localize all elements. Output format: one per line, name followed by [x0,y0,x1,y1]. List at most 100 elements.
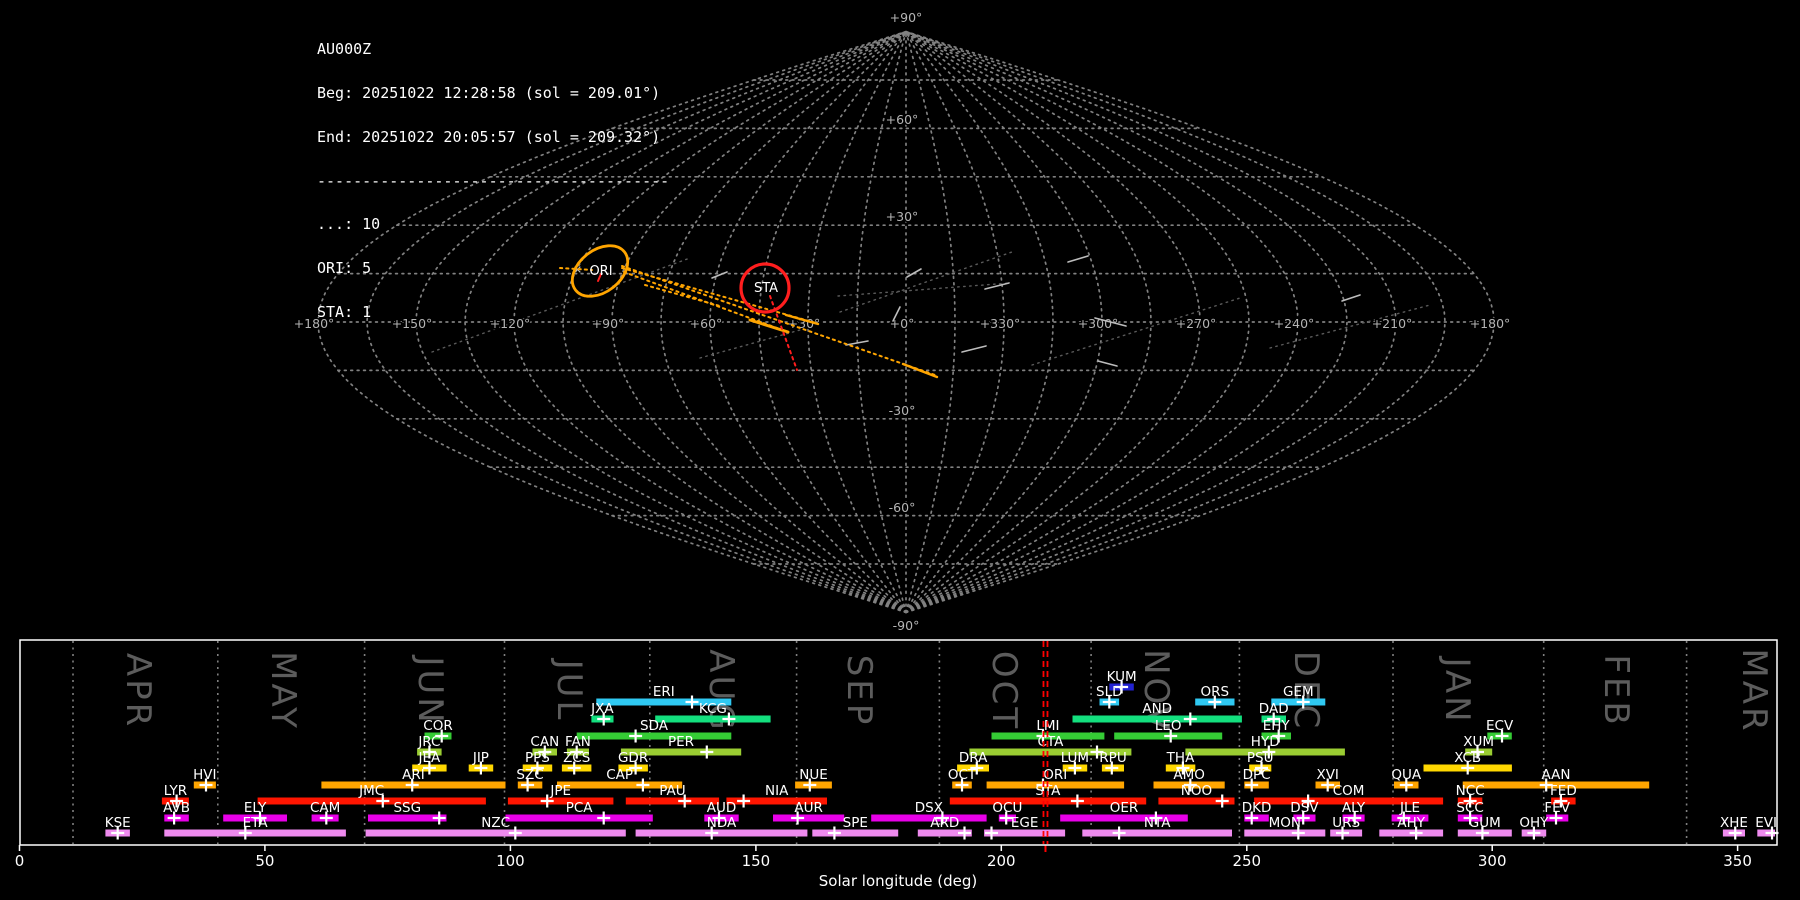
shower-peak-marker [1112,826,1126,840]
shower-code-label: ELY [244,800,267,816]
shower-code-label: NUE [799,767,828,783]
month-label-JUN: JUN [410,654,450,725]
shower-code-label: EGE [1011,815,1039,831]
shower-code-label: HYD [1251,734,1280,750]
shower-code-label: GEM [1283,684,1314,700]
shower-peak-marker [432,811,446,825]
plot-canvas: +180° +150° +120° +90° +60° +30° +0° +330° +300°… [15,9,1779,890]
sporadic-trail [984,282,1010,290]
shower-code-label: AMO [1173,767,1205,783]
x-tick-label: 0 [15,852,25,870]
shower-code-label: RPU [1099,750,1126,766]
shower-code-label: ALY [1342,800,1366,816]
month-label-OCT: OCT [984,651,1024,731]
shower-code-label: PPS [525,750,550,766]
x-axis [18,845,1739,851]
shower-code-label: SSG [393,800,421,816]
radiant-STA: STA [739,262,791,314]
lon-label: +210° [1372,316,1413,331]
shower-code-label: JIP [472,750,489,766]
shower-HVI: HVI [193,767,216,792]
count-sporadic: ...: 10 [317,215,381,234]
shower-code-label: FED [1550,783,1577,799]
shower-QUA: QUA [1391,767,1422,792]
shower-code-label: OER [1110,800,1139,816]
shower-code-label: KUM [1107,669,1137,685]
shower-code-label: ECV [1486,718,1514,734]
shower-code-label: CAP [606,767,633,783]
obs-end: End: 20251022 20:05:57 (sol = 209.32°) [317,127,661,146]
shower-code-label: CAM [310,800,340,816]
month-label-SEP: SEP [839,655,879,728]
shower-code-label: AND [1142,701,1172,717]
shower-code-label: JLE [1399,800,1420,816]
x-tick-label: 150 [742,852,771,870]
shower-code-label: JPE [549,783,571,799]
shower-peak-marker [685,695,699,709]
shower-SZC: SZC [516,767,544,792]
shower-code-label: HVI [193,767,216,783]
shower-SLD: SLD [1096,684,1123,709]
lat-label: +60° [886,112,919,127]
sporadic-trail [961,345,987,353]
pole-label-top: +90° [890,10,923,25]
shower-peak-marker [597,811,611,825]
lat-label: +30° [886,209,919,224]
shower-code-label: ZCS [563,750,590,766]
shower-code-label: LUM [1061,750,1089,766]
pole-label-bottom: -90° [893,618,920,633]
shower-peak-marker [958,826,971,840]
month-label-APR: APR [118,653,158,729]
shower-JXA: JXA [590,701,614,726]
shower-code-label: NCC [1456,783,1485,799]
shower-code-label: NIA [765,783,789,799]
lon-label: +240° [1274,316,1315,331]
shower-code-label: KSE [105,815,131,831]
shower-code-label: XVI [1316,767,1338,783]
month-label-FEB: FEB [1596,654,1636,727]
shower-code-label: SZC [516,767,543,783]
shower-code-label: FEV [1544,800,1570,816]
shower-peak-marker [827,826,841,840]
shower-code-label: DRA [959,750,988,766]
shower-code-label: NZC [481,815,510,831]
radiant-label: STA [754,281,778,296]
shower-code-label: SDA [640,718,669,734]
shower-code-label: MON [1269,815,1301,831]
shower-AHY: AHY [1379,815,1444,840]
count-sta: STA: 1 [317,302,372,321]
shower-code-label: DSV [1290,800,1319,816]
shower-RPU: RPU [1099,750,1127,775]
shower-code-label: AVB [163,800,190,816]
shower-peak-marker [737,794,751,808]
shower-code-label: ARD [930,815,959,831]
shower-CAM: CAM [310,800,340,825]
shower-code-label: SLD [1096,684,1123,700]
x-tick-label: 100 [496,852,525,870]
x-tick-label: 50 [255,852,274,870]
activity-chart: APR MAY JUN JUL AUG SEP OCT NOV DEC JAN FEB MARKUME… [15,639,1779,890]
shower-code-label: JXA [590,701,614,717]
shower-code-label: COR [423,718,452,734]
shower-peak-marker [700,745,714,759]
shower-code-label: AUD [707,800,737,816]
sporadic-trail [1341,294,1361,302]
lat-label: -30° [889,403,916,418]
shower-code-label: OCU [992,800,1022,816]
shower-code-label: DSX [915,800,943,816]
shower-AVB: AVB [163,800,190,825]
month-label-JUL: JUL [549,658,589,723]
shower-code-label: ETA [243,815,269,831]
obs-begin: Beg: 20251022 12:28:58 (sol = 209.01°) [317,83,661,102]
shower-code-label: NOO [1181,783,1212,799]
sporadic-trail [1097,360,1118,367]
shower-JIP: JIP [468,750,494,775]
station-id: AU000Z [317,40,372,59]
shower-code-label: ORS [1201,684,1230,700]
shower-URS: URS [1330,815,1363,840]
shower-code-label: GDR [618,750,648,766]
shower-peak-marker [1215,794,1229,808]
x-tick-label: 350 [1723,852,1752,870]
shower-KSE: KSE [105,815,131,840]
shower-code-label: PSU [1247,750,1274,766]
